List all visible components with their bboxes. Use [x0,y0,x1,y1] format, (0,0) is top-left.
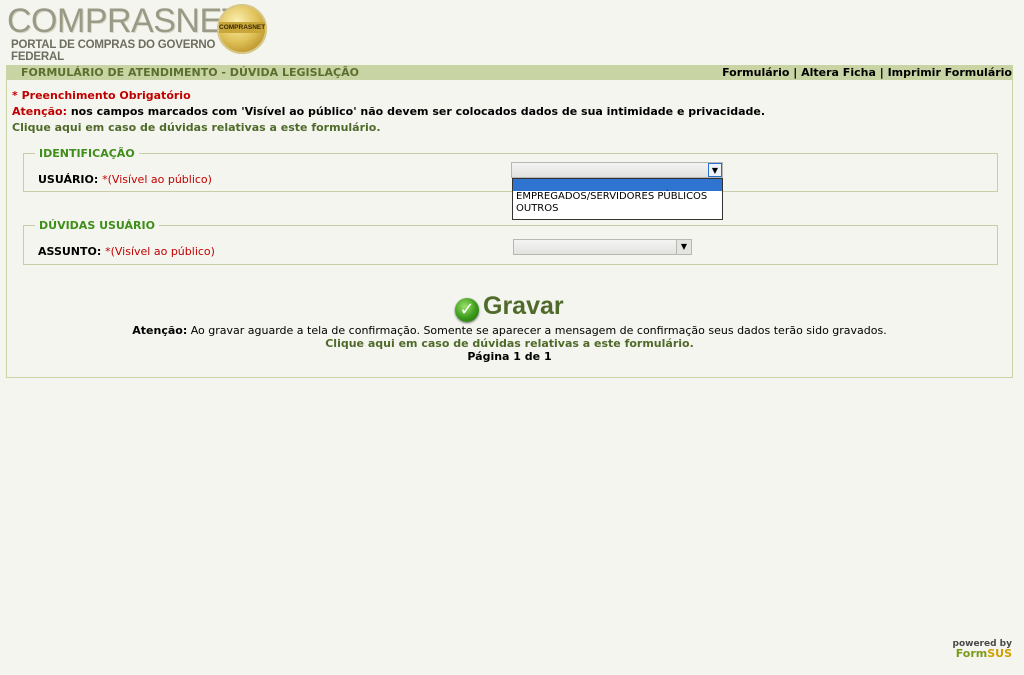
form-panel: FORMULÁRIO DE ATENDIMENTO - DÚVIDA LEGIS… [6,65,1013,378]
attention-notice: Atenção: nos campos marcados com 'Visíve… [12,105,765,118]
formsus-brand-sus: SUS [987,647,1012,660]
attention-prefix: Atenção: [12,105,67,118]
dropdown-option-empregados[interactable]: EMPREGADOS/SERVIDORES PÚBLICOS [513,191,722,203]
chevron-down-icon[interactable]: ▼ [708,163,722,177]
formsus-brand: FormSUS [953,647,1012,660]
usuario-select[interactable]: ▼ [511,162,723,178]
assunto-label-text: ASSUNTO: [38,245,102,258]
form-titlebar: FORMULÁRIO DE ATENDIMENTO - DÚVIDA LEGIS… [7,66,1012,80]
assunto-select[interactable]: ▼ [513,239,692,255]
link-imprimir-formulario[interactable]: Imprimir Formulário [888,66,1012,79]
seal-text: COMPRASNET [219,22,266,33]
comprasnet-logo: COMPRASNET PORTAL DE COMPRAS DO GOVERNO … [0,0,271,63]
comprasnet-seal-icon: COMPRASNET [217,4,267,54]
powered-by-formsus-logo[interactable]: powered by FormSUS [953,639,1012,659]
usuario-label-text: USUÁRIO: [38,173,99,186]
logo-brand-text: COMPRASNET [7,2,242,40]
link-altera-ficha[interactable]: Altera Ficha [801,66,876,79]
titlebar-links: Formulário | Altera Ficha | Imprimir For… [722,66,1012,80]
assunto-label: ASSUNTO: *(Visível ao público) [38,245,215,258]
link-separator: | [879,66,884,79]
check-icon: ✓ [455,298,479,322]
form-title: FORMULÁRIO DE ATENDIMENTO - DÚVIDA LEGIS… [21,66,359,79]
dropdown-option-empty[interactable] [513,179,722,191]
save-attention-text: Ao gravar aguarde a tela de confirmação.… [190,324,887,337]
help-link-top[interactable]: Clique aqui em caso de dúvidas relativas… [12,121,381,134]
save-button-label: Gravar [483,292,564,320]
link-separator: | [793,66,798,79]
attention-text: nos campos marcados com 'Visível ao públ… [70,105,766,118]
dropdown-option-outros[interactable]: OUTROS [513,203,722,215]
page-indicator: Página 1 de 1 [467,350,552,363]
chevron-down-icon[interactable]: ▼ [676,240,691,254]
usuario-label: USUÁRIO: *(Visível ao público) [38,173,212,186]
usuario-dropdown-list[interactable]: EMPREGADOS/SERVIDORES PÚBLICOS OUTROS [512,178,723,220]
required-notice: * Preenchimento Obrigatório [12,89,191,102]
assunto-visibility: *(Visível ao público) [105,245,215,258]
help-link-bottom[interactable]: Clique aqui em caso de dúvidas relativas… [7,337,1012,350]
formsus-brand-form: Form [955,647,988,660]
legend-identificacao: IDENTIFICAÇÃO [39,147,135,160]
legend-duvidas: DÚVIDAS USUÁRIO [39,219,155,232]
fieldset-duvidas: DÚVIDAS USUÁRIO ASSUNTO: *(Visível ao pú… [23,219,998,265]
save-attention-prefix: Atenção: [132,324,188,337]
usuario-visibility: *(Visível ao público) [102,173,212,186]
save-attention-notice: Atenção: Ao gravar aguarde a tela de con… [7,324,1012,337]
link-formulario[interactable]: Formulário [722,66,789,79]
